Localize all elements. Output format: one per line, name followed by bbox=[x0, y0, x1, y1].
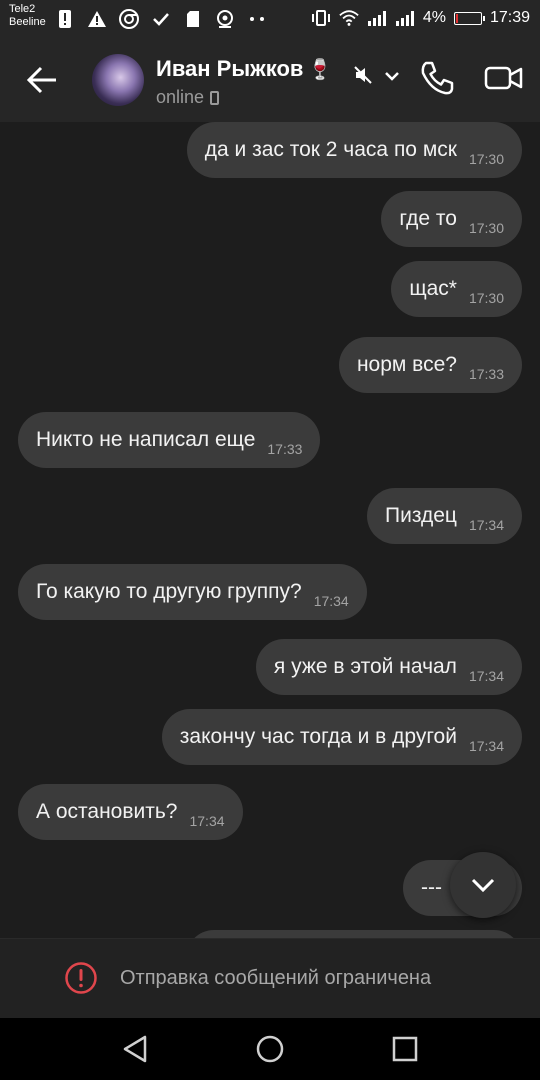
nav-home-button[interactable] bbox=[253, 1032, 287, 1066]
carrier-1: Tele2 bbox=[9, 3, 36, 15]
message-time: 17:30 bbox=[468, 220, 504, 236]
more-notifications-icon bbox=[247, 9, 267, 29]
message-bubble[interactable]: да и зас ток 2 часа по мск 17:30 bbox=[186, 122, 522, 178]
message-bubble-partial[interactable] bbox=[186, 930, 522, 938]
contact-status-wrap: online bbox=[156, 87, 220, 108]
message-bubble[interactable]: я уже в этой начал 17:34 bbox=[255, 639, 522, 695]
message-list[interactable]: да и зас ток 2 часа по мск 17:30 где то … bbox=[0, 122, 540, 938]
contact-name-wrap[interactable]: Иван Рыжков 🍷 bbox=[156, 56, 332, 82]
wine-glass-icon: 🍷 bbox=[307, 59, 333, 81]
battery-level bbox=[455, 13, 458, 23]
message-bubble[interactable]: А остановить? 17:34 bbox=[18, 784, 243, 840]
triangle-back-icon bbox=[123, 1035, 147, 1063]
chevron-down-icon[interactable] bbox=[382, 66, 402, 86]
restricted-text: Отправка сообщений ограничена bbox=[120, 967, 432, 989]
check-icon bbox=[151, 9, 171, 29]
chat-header: Иван Рыжков 🍷 online bbox=[0, 38, 540, 122]
nav-recents-button[interactable] bbox=[388, 1032, 422, 1066]
message-bubble[interactable]: Го какую то другую группу? 17:34 bbox=[18, 564, 367, 620]
carrier-2: Beeline bbox=[9, 16, 46, 28]
message-bubble[interactable]: норм все? 17:33 bbox=[338, 337, 522, 393]
message-time: 17:30 bbox=[468, 290, 504, 306]
carrier-names: Tele2 Beeline bbox=[9, 3, 46, 29]
nav-back-button[interactable] bbox=[118, 1032, 152, 1066]
back-button[interactable] bbox=[22, 60, 62, 100]
message-text: норм все? bbox=[356, 353, 457, 376]
message-bubble[interactable]: где то 17:30 bbox=[381, 191, 522, 247]
sim-alert-icon bbox=[55, 9, 75, 29]
message-text: А остановить? bbox=[36, 800, 178, 823]
system-icons: 4% 17:39 bbox=[311, 8, 530, 28]
message-time: 17:34 bbox=[313, 593, 349, 609]
message-text: Пиздец bbox=[385, 504, 457, 527]
message-text: --- bbox=[421, 876, 442, 899]
muted-icon bbox=[352, 64, 374, 86]
clock: 17:39 bbox=[489, 9, 530, 26]
scroll-to-bottom-button[interactable] bbox=[450, 852, 516, 918]
message-time: 17:34 bbox=[468, 738, 504, 754]
mobile-device-icon bbox=[210, 91, 220, 105]
phone-icon bbox=[421, 61, 454, 95]
system-nav-bar bbox=[0, 1018, 540, 1080]
video-camera-icon bbox=[484, 66, 523, 90]
message-text: закончу час тогда и в другой bbox=[179, 725, 457, 748]
message-bubble[interactable]: щас* 17:30 bbox=[391, 261, 522, 317]
message-time: 17:34 bbox=[468, 668, 504, 684]
gps-icon bbox=[215, 9, 235, 29]
chrome-icon bbox=[119, 9, 139, 29]
message-time: 17:33 bbox=[267, 441, 303, 457]
message-text: да и зас ток 2 часа по мск bbox=[204, 138, 457, 161]
message-text: Го какую то другую группу? bbox=[36, 580, 302, 603]
arrow-left-icon bbox=[26, 66, 56, 94]
message-time: 17:34 bbox=[189, 813, 225, 829]
notification-icons bbox=[55, 9, 267, 29]
alert-circle-icon bbox=[64, 961, 98, 995]
square-recents-icon bbox=[392, 1036, 418, 1062]
message-bubble[interactable]: Никто не написал еще 17:33 bbox=[18, 412, 321, 468]
message-bubble[interactable]: Пиздец 17:34 bbox=[367, 488, 522, 544]
battery-percent: 4% bbox=[422, 9, 446, 26]
circle-home-icon bbox=[256, 1035, 284, 1063]
contact-name: Иван Рыжков bbox=[156, 56, 304, 81]
message-text: я уже в этой начал bbox=[273, 655, 457, 678]
message-text: Никто не написал еще bbox=[36, 428, 256, 451]
status-bar: Tele2 Beeline 4% 17:39 bbox=[0, 0, 540, 38]
vibrate-icon bbox=[311, 8, 331, 28]
chevron-down-icon bbox=[471, 878, 495, 893]
message-time: 17:34 bbox=[468, 517, 504, 533]
message-text: где то bbox=[399, 207, 457, 230]
messaging-restricted-banner: Отправка сообщений ограничена bbox=[0, 938, 540, 1019]
contact-avatar[interactable] bbox=[92, 54, 144, 106]
warning-triangle-icon bbox=[87, 9, 107, 29]
message-time: 17:30 bbox=[468, 151, 504, 167]
signal-2-icon bbox=[395, 8, 415, 28]
voice-call-button[interactable] bbox=[418, 59, 456, 97]
battery-icon bbox=[453, 11, 485, 25]
message-bubble[interactable]: закончу час тогда и в другой 17:34 bbox=[161, 709, 522, 765]
message-time: 17:33 bbox=[468, 366, 504, 382]
message-text: щас* bbox=[409, 277, 457, 300]
sd-card-icon bbox=[183, 9, 203, 29]
wifi-icon bbox=[339, 8, 359, 28]
video-call-button[interactable] bbox=[484, 62, 524, 94]
signal-1-icon bbox=[367, 8, 387, 28]
contact-status: online bbox=[156, 87, 205, 107]
